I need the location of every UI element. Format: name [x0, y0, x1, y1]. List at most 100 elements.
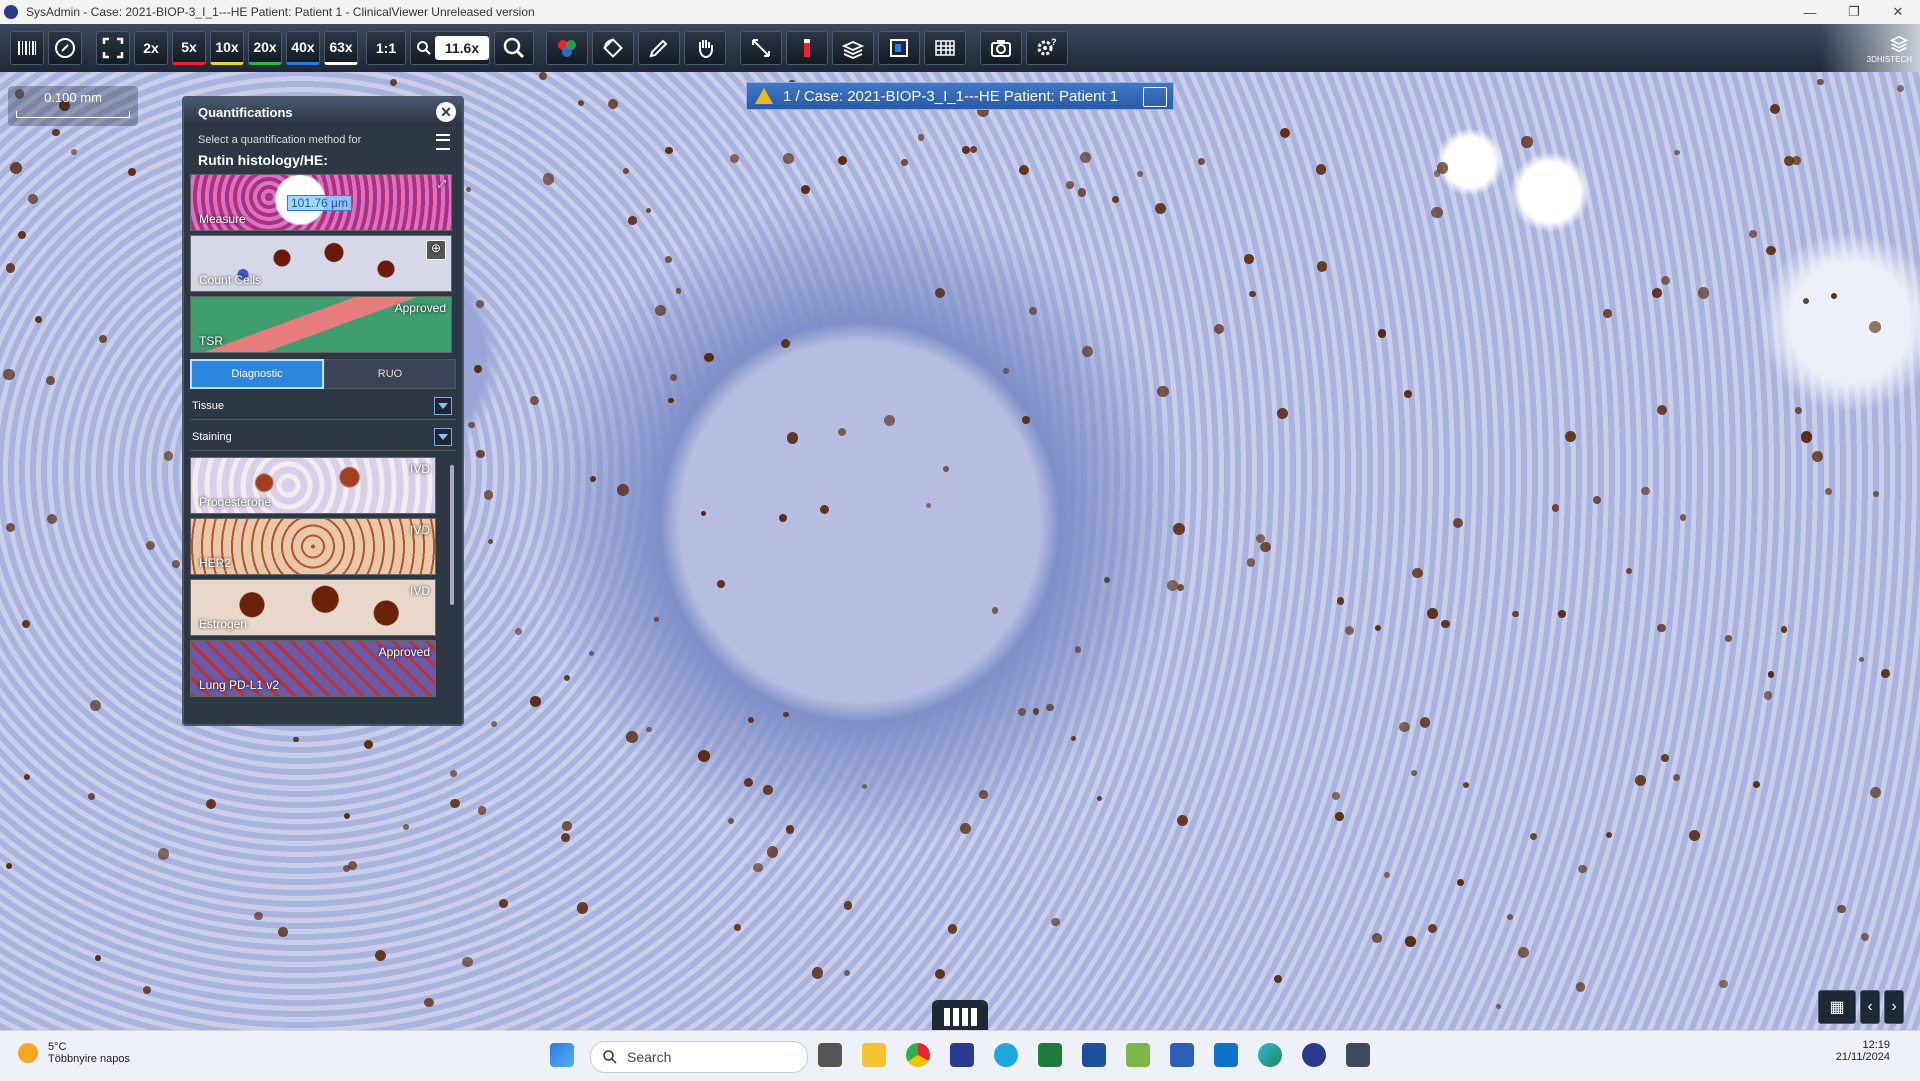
barcode-icon[interactable] — [10, 31, 44, 65]
save-app-icon[interactable] — [1082, 1043, 1106, 1067]
file-explorer-icon[interactable] — [862, 1043, 886, 1067]
weather-widget[interactable]: 5°C Többnyire napos — [18, 1041, 130, 1065]
tab-diagnostic[interactable]: Diagnostic — [190, 359, 324, 389]
edge-icon[interactable] — [1258, 1043, 1282, 1067]
notes-icon[interactable] — [1126, 1043, 1150, 1067]
case-details-icon[interactable] — [1143, 87, 1167, 107]
word-icon[interactable] — [1170, 1043, 1194, 1067]
navigator-compass-icon[interactable] — [48, 31, 82, 65]
chevron-down-icon[interactable] — [434, 428, 452, 446]
quantifications-panel: Quantifications ✕ Select a quantificatio… — [182, 96, 464, 726]
chrome-icon[interactable] — [906, 1043, 930, 1067]
zoom-40x-button[interactable]: 40x — [286, 31, 320, 65]
stained-nucleus — [730, 153, 740, 164]
outlook-icon[interactable] — [1214, 1043, 1238, 1067]
stained-nucleus — [462, 956, 474, 968]
case-banner[interactable]: 1 / Case: 2021-BIOP-3_I_1---HE Patient: … — [746, 82, 1174, 110]
stained-nucleus — [1431, 206, 1443, 219]
stained-nucleus — [9, 162, 22, 174]
scale-bar-label: 0.100 mm — [44, 90, 102, 105]
stained-nucleus — [498, 899, 508, 908]
stained-nucleus — [1602, 309, 1612, 318]
stained-nucleus — [5, 522, 16, 533]
stain-her2[interactable]: IVD HER2 — [190, 518, 436, 575]
system-tray[interactable]: 12:19 21/11/2024 — [1836, 1039, 1890, 1063]
stained-nucleus — [617, 483, 630, 496]
panel-menu-icon[interactable] — [436, 134, 450, 150]
fit-screen-icon[interactable] — [96, 31, 130, 65]
zoom-1to1-button[interactable]: 1:1 — [366, 31, 406, 65]
stained-nucleus — [1315, 164, 1327, 175]
skype-icon[interactable] — [994, 1043, 1018, 1067]
next-slide-icon[interactable]: › — [1884, 990, 1904, 1024]
panel-close-icon[interactable]: ✕ — [436, 102, 456, 122]
slide-tray-button[interactable] — [932, 1000, 988, 1030]
stained-nucleus — [1859, 657, 1865, 663]
stained-nucleus — [24, 773, 31, 780]
maximize-button[interactable]: ❐ — [1832, 0, 1876, 24]
color-channels-icon[interactable] — [546, 31, 588, 65]
stained-nucleus — [1032, 707, 1040, 715]
pan-hand-icon[interactable] — [684, 31, 726, 65]
stained-nucleus — [293, 736, 299, 742]
stain-estrogen[interactable]: IVD Estrogen — [190, 579, 436, 636]
tool-app-icon[interactable] — [1346, 1043, 1370, 1067]
stained-nucleus — [800, 185, 810, 194]
stained-nucleus — [1830, 293, 1837, 300]
stained-nucleus — [697, 750, 710, 762]
stained-nucleus — [487, 538, 494, 545]
windows-start-icon[interactable] — [550, 1043, 574, 1067]
chevron-down-icon[interactable] — [434, 397, 452, 415]
stained-nucleus — [1246, 558, 1255, 567]
snapshot-camera-icon[interactable] — [980, 31, 1022, 65]
stained-nucleus — [530, 696, 541, 707]
taskbar-search[interactable]: Search — [590, 1041, 808, 1073]
method-count-cells[interactable]: Count Cells ⊕ — [190, 235, 452, 292]
staining-dropdown-label: Staining — [192, 431, 232, 443]
stained-nucleus — [27, 194, 38, 205]
settings-help-icon[interactable]: ? — [1026, 31, 1068, 65]
3d-layers-icon[interactable] — [832, 31, 874, 65]
case-manager-icon[interactable] — [950, 1043, 974, 1067]
zoom-10x-button[interactable]: 10x — [210, 31, 244, 65]
grid-toggle-icon[interactable]: ▦ — [1818, 990, 1856, 1024]
stained-nucleus — [1795, 407, 1802, 414]
zoom-2x-button[interactable]: 2x — [134, 31, 168, 65]
zoom-level-input[interactable]: 11.6x — [435, 36, 489, 60]
slide-layout-icon[interactable] — [878, 31, 920, 65]
rotate-icon[interactable] — [592, 31, 634, 65]
close-window-button[interactable]: ✕ — [1876, 0, 1920, 24]
grid-view-icon[interactable] — [924, 31, 966, 65]
method-tsr[interactable]: Approved TSR — [190, 296, 452, 353]
staining-dropdown[interactable]: Staining — [190, 424, 456, 451]
task-view-icon[interactable] — [818, 1043, 842, 1067]
stained-nucleus — [934, 968, 945, 979]
clock-time: 12:19 — [1862, 1039, 1890, 1051]
zoom-tool-icon[interactable] — [494, 31, 534, 65]
method-measure[interactable]: 101.76 µm Measure ⤢ — [190, 174, 452, 231]
annotation-pen-icon[interactable] — [638, 31, 680, 65]
stained-nucleus — [1018, 165, 1029, 176]
stain-lung-pd-l1[interactable]: Approved Lung PD-L1 v2 — [190, 640, 436, 697]
stained-nucleus — [626, 730, 638, 743]
stain-list-scrollbar[interactable] — [450, 465, 454, 605]
measure-line-icon[interactable] — [740, 31, 782, 65]
marker-icon[interactable] — [786, 31, 828, 65]
stained-nucleus — [1372, 932, 1383, 943]
tissue-dropdown[interactable]: Tissue — [190, 393, 456, 420]
stained-nucleus — [925, 503, 931, 509]
stained-nucleus — [1656, 405, 1667, 416]
zoom-63x-button[interactable]: 63x — [324, 31, 358, 65]
tab-ruo[interactable]: RUO — [324, 359, 456, 389]
stain-progesterone[interactable]: IVD Progesterone — [190, 457, 436, 514]
minimize-button[interactable]: — — [1788, 0, 1832, 24]
stained-nucleus — [1517, 946, 1530, 959]
stained-nucleus — [934, 288, 946, 299]
zoom-5x-button[interactable]: 5x — [172, 31, 206, 65]
previous-slide-icon[interactable]: ‹ — [1860, 990, 1880, 1024]
zoom-20x-button[interactable]: 20x — [248, 31, 282, 65]
excel-icon[interactable] — [1038, 1043, 1062, 1067]
clinicalviewer-icon[interactable] — [1302, 1043, 1326, 1067]
windows-taskbar: 5°C Többnyire napos Search 12:19 21/11/2… — [0, 1030, 1920, 1081]
clock-date: 21/11/2024 — [1835, 1051, 1890, 1063]
